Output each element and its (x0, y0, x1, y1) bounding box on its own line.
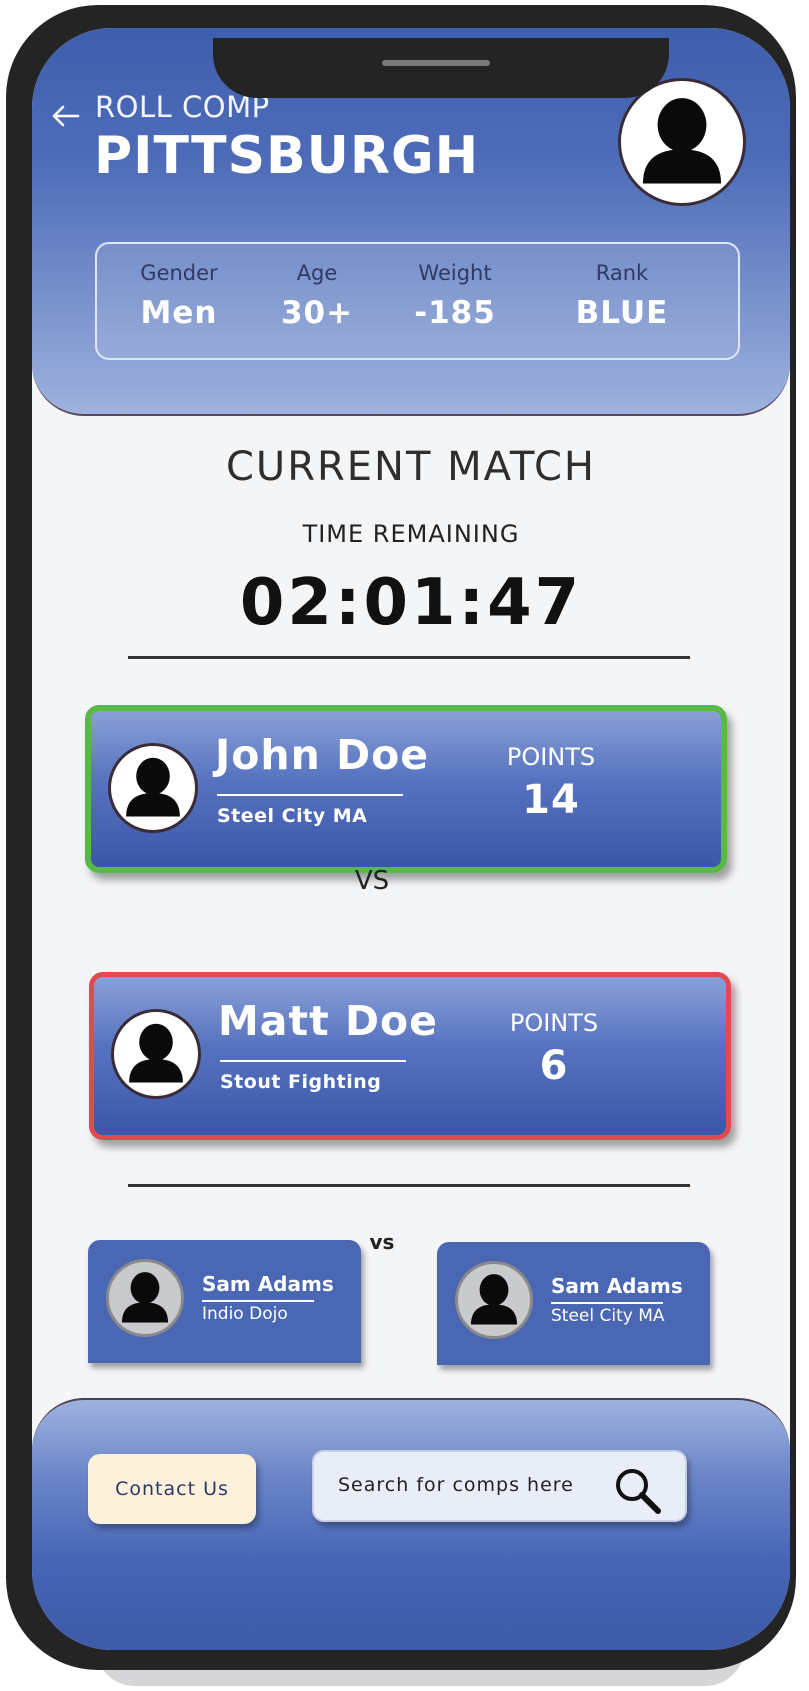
user-silhouette-icon (121, 1272, 169, 1323)
points-value: 14 (522, 777, 580, 823)
versus-label: VS (354, 866, 390, 896)
phone-frame: ROLL COMP PITTSBURGH Gender Men Age 30+ (6, 5, 796, 1670)
user-silhouette-icon (642, 98, 722, 184)
filter-value: -185 (414, 295, 496, 331)
upcoming-versus-label: vs (369, 1230, 395, 1254)
name-underline (217, 794, 403, 796)
filter-rank[interactable]: Rank BLUE (552, 244, 692, 331)
device-speaker (382, 60, 490, 66)
fighter-team: Steel City MA (551, 1306, 665, 1326)
arrow-left-icon[interactable] (48, 98, 84, 134)
filter-value: BLUE (575, 295, 669, 331)
profile-avatar[interactable] (618, 78, 746, 206)
fighter-avatar (108, 743, 198, 833)
divider (128, 1184, 690, 1187)
magnifier-icon[interactable] (611, 1464, 665, 1518)
fighter-team: Stout Fighting (220, 1071, 382, 1093)
current-match-heading: CURRENT MATCH (225, 444, 596, 490)
search-placeholder: Search for comps here (338, 1474, 574, 1496)
fighter-team: Steel City MA (217, 805, 368, 827)
device-notch (213, 38, 669, 98)
filter-age[interactable]: Age 30+ (247, 244, 387, 331)
fighter-avatar (455, 1261, 533, 1339)
fighter-name: Matt Doe (218, 997, 438, 1045)
filter-label: Weight (418, 261, 492, 285)
footer-bar: Contact Us Search for comps here (32, 1398, 790, 1650)
user-silhouette-icon (126, 757, 180, 817)
fighter-name: Sam Adams (202, 1272, 334, 1296)
filter-label: Age (296, 261, 338, 285)
search-input[interactable]: Search for comps here (312, 1450, 687, 1522)
page-title: PITTSBURGH (94, 126, 480, 186)
filter-value: 30+ (280, 295, 354, 331)
match-timer: 02:01:47 (239, 566, 583, 640)
user-silhouette-icon (129, 1023, 183, 1083)
filter-label: Rank (595, 261, 649, 285)
name-underline (202, 1300, 314, 1302)
division-filters: Gender Men Age 30+ Weight -185 Rank BLUE (95, 242, 740, 360)
upcoming-fighter-card[interactable]: Sam Adams Steel City MA (437, 1242, 710, 1365)
fighter-name: Sam Adams (551, 1274, 683, 1298)
name-underline (551, 1302, 663, 1304)
fighter-team: Indio Dojo (202, 1304, 288, 1324)
fighter-card-leading[interactable]: John Doe Steel City MA POINTS 14 (85, 705, 727, 873)
fighter-avatar (106, 1259, 184, 1337)
fighter-card-trailing[interactable]: Matt Doe Stout Fighting POINTS 6 (89, 972, 731, 1140)
points-label: POINTS (506, 743, 596, 771)
app-screen: ROLL COMP PITTSBURGH Gender Men Age 30+ (32, 28, 790, 1650)
divider (128, 656, 690, 659)
contact-us-button[interactable]: Contact Us (88, 1454, 256, 1524)
user-silhouette-icon (470, 1274, 518, 1325)
points-label: POINTS (509, 1009, 599, 1037)
upcoming-fighter-card[interactable]: Sam Adams Indio Dojo (88, 1240, 361, 1363)
filter-gender[interactable]: Gender Men (109, 244, 249, 331)
fighter-name: John Doe (215, 731, 430, 779)
time-remaining-label: TIME REMAINING (302, 520, 520, 548)
name-underline (220, 1060, 406, 1062)
filter-label: Gender (140, 261, 218, 285)
fighter-avatar (111, 1009, 201, 1099)
filter-value: Men (140, 295, 218, 331)
filter-weight[interactable]: Weight -185 (385, 244, 525, 331)
points-value: 6 (539, 1043, 569, 1089)
